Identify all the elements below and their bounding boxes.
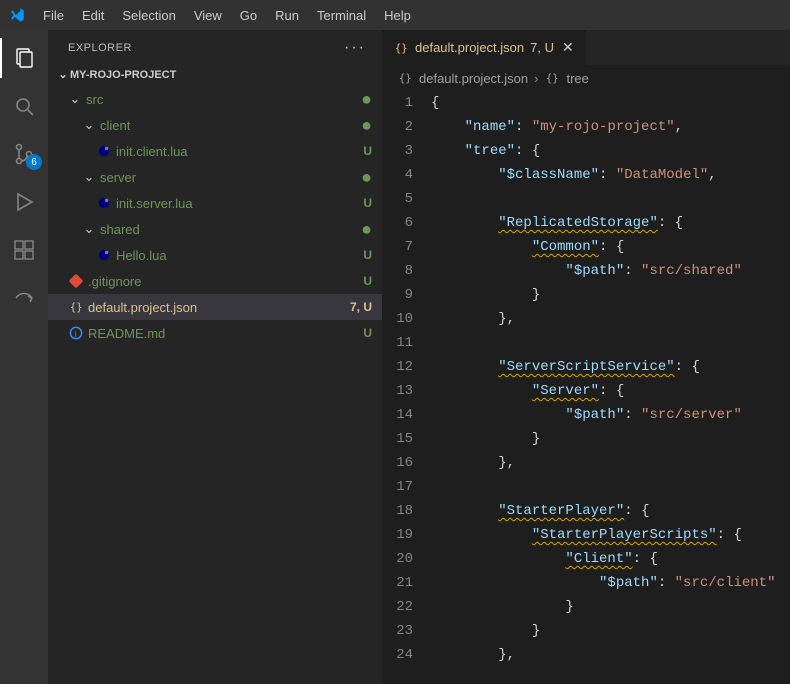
svg-text:{}: {} bbox=[399, 73, 412, 85]
menu-run[interactable]: Run bbox=[266, 4, 308, 27]
explorer-title: EXPLORER bbox=[68, 42, 132, 54]
menu-edit[interactable]: Edit bbox=[73, 4, 113, 27]
folder-label: src bbox=[86, 92, 103, 107]
folder-label: server bbox=[100, 170, 136, 185]
git-status: U bbox=[363, 196, 372, 210]
file-label: .gitignore bbox=[88, 274, 141, 289]
lua-file-icon bbox=[96, 143, 112, 159]
file-label: README.md bbox=[88, 326, 165, 341]
file-label: init.client.lua bbox=[116, 144, 188, 159]
activity-run-debug[interactable] bbox=[0, 182, 48, 222]
activity-search[interactable] bbox=[0, 86, 48, 126]
project-name: MY-ROJO-PROJECT bbox=[70, 69, 176, 81]
menu-view[interactable]: View bbox=[185, 4, 231, 27]
breadcrumb-file: default.project.json bbox=[419, 71, 528, 86]
close-icon[interactable]: ✕ bbox=[560, 37, 576, 58]
json-file-icon: {} bbox=[393, 40, 409, 56]
code-editor[interactable]: 123456789101112131415161718192021222324 … bbox=[383, 91, 790, 684]
menu-terminal[interactable]: Terminal bbox=[308, 4, 375, 27]
svg-text:{}: {} bbox=[546, 73, 559, 85]
chevron-down-icon: ⌄ bbox=[56, 68, 70, 81]
activity-extensions[interactable] bbox=[0, 230, 48, 270]
svg-text:{}: {} bbox=[70, 302, 83, 314]
folder-server[interactable]: ⌄ server ● bbox=[48, 164, 382, 190]
folder-src[interactable]: ⌄ src ● bbox=[48, 86, 382, 112]
line-number-gutter: 123456789101112131415161718192021222324 bbox=[383, 91, 431, 684]
file-label: Hello.lua bbox=[116, 248, 167, 263]
git-status: U bbox=[363, 144, 372, 158]
info-file-icon: i bbox=[68, 325, 84, 341]
folder-label: client bbox=[100, 118, 130, 133]
file-init-client[interactable]: init.client.lua U bbox=[48, 138, 382, 164]
git-status: U bbox=[363, 274, 372, 288]
chevron-right-icon: › bbox=[534, 71, 538, 86]
file-tree: ⌄ src ● ⌄ client ● init.client.lua U ⌄ s… bbox=[48, 84, 382, 348]
explorer-more-icon[interactable]: ··· bbox=[344, 39, 366, 57]
file-readme[interactable]: i README.md U bbox=[48, 320, 382, 346]
project-root[interactable]: ⌄ MY-ROJO-PROJECT bbox=[48, 65, 382, 84]
file-label: init.server.lua bbox=[116, 196, 193, 211]
explorer-header: EXPLORER ··· bbox=[48, 30, 382, 65]
tab-label: default.project.json bbox=[415, 40, 524, 55]
json-file-icon: {} bbox=[68, 299, 84, 315]
activity-explorer[interactable] bbox=[0, 38, 48, 78]
file-init-server[interactable]: init.server.lua U bbox=[48, 190, 382, 216]
code-content[interactable]: { "name": "my-rojo-project", "tree": { "… bbox=[431, 91, 790, 684]
menu-selection[interactable]: Selection bbox=[113, 4, 184, 27]
activity-live-share[interactable] bbox=[0, 278, 48, 318]
tab-git-status: 7, U bbox=[530, 40, 554, 55]
lua-file-icon bbox=[96, 247, 112, 263]
menu-file[interactable]: File bbox=[34, 4, 73, 27]
git-status: 7, U bbox=[350, 300, 372, 314]
breadcrumb-node: tree bbox=[566, 71, 588, 86]
explorer-sidebar: EXPLORER ··· ⌄ MY-ROJO-PROJECT ⌄ src ● ⌄… bbox=[48, 30, 383, 684]
lua-file-icon bbox=[96, 195, 112, 211]
menu-go[interactable]: Go bbox=[231, 4, 266, 27]
activity-source-control[interactable]: 6 bbox=[0, 134, 48, 174]
svg-text:i: i bbox=[74, 329, 77, 339]
file-gitignore[interactable]: .gitignore U bbox=[48, 268, 382, 294]
file-label: default.project.json bbox=[88, 300, 197, 315]
file-default-project[interactable]: {} default.project.json 7, U bbox=[48, 294, 382, 320]
chevron-down-icon: ⌄ bbox=[82, 117, 96, 133]
git-status: U bbox=[363, 326, 372, 340]
file-hello-lua[interactable]: Hello.lua U bbox=[48, 242, 382, 268]
svg-text:{}: {} bbox=[395, 42, 408, 54]
tab-bar: {} default.project.json 7, U ✕ bbox=[383, 30, 790, 65]
git-file-icon bbox=[68, 273, 84, 289]
git-status: U bbox=[363, 248, 372, 262]
chevron-down-icon: ⌄ bbox=[82, 169, 96, 185]
menubar: FileEditSelectionViewGoRunTerminalHelp bbox=[0, 0, 790, 30]
folder-label: shared bbox=[100, 222, 140, 237]
vscode-icon bbox=[8, 6, 26, 24]
scm-badge: 6 bbox=[26, 154, 42, 170]
json-node-icon: {} bbox=[544, 70, 560, 86]
activity-bar: 6 bbox=[0, 30, 48, 684]
json-file-icon: {} bbox=[397, 70, 413, 86]
breadcrumbs[interactable]: {} default.project.json › {} tree bbox=[383, 65, 790, 91]
chevron-down-icon: ⌄ bbox=[68, 91, 82, 107]
folder-shared[interactable]: ⌄ shared ● bbox=[48, 216, 382, 242]
folder-client[interactable]: ⌄ client ● bbox=[48, 112, 382, 138]
editor-area: {} default.project.json 7, U ✕ {} defaul… bbox=[383, 30, 790, 684]
tab-default-project[interactable]: {} default.project.json 7, U ✕ bbox=[383, 30, 587, 65]
chevron-down-icon: ⌄ bbox=[82, 221, 96, 237]
menu-help[interactable]: Help bbox=[375, 4, 420, 27]
